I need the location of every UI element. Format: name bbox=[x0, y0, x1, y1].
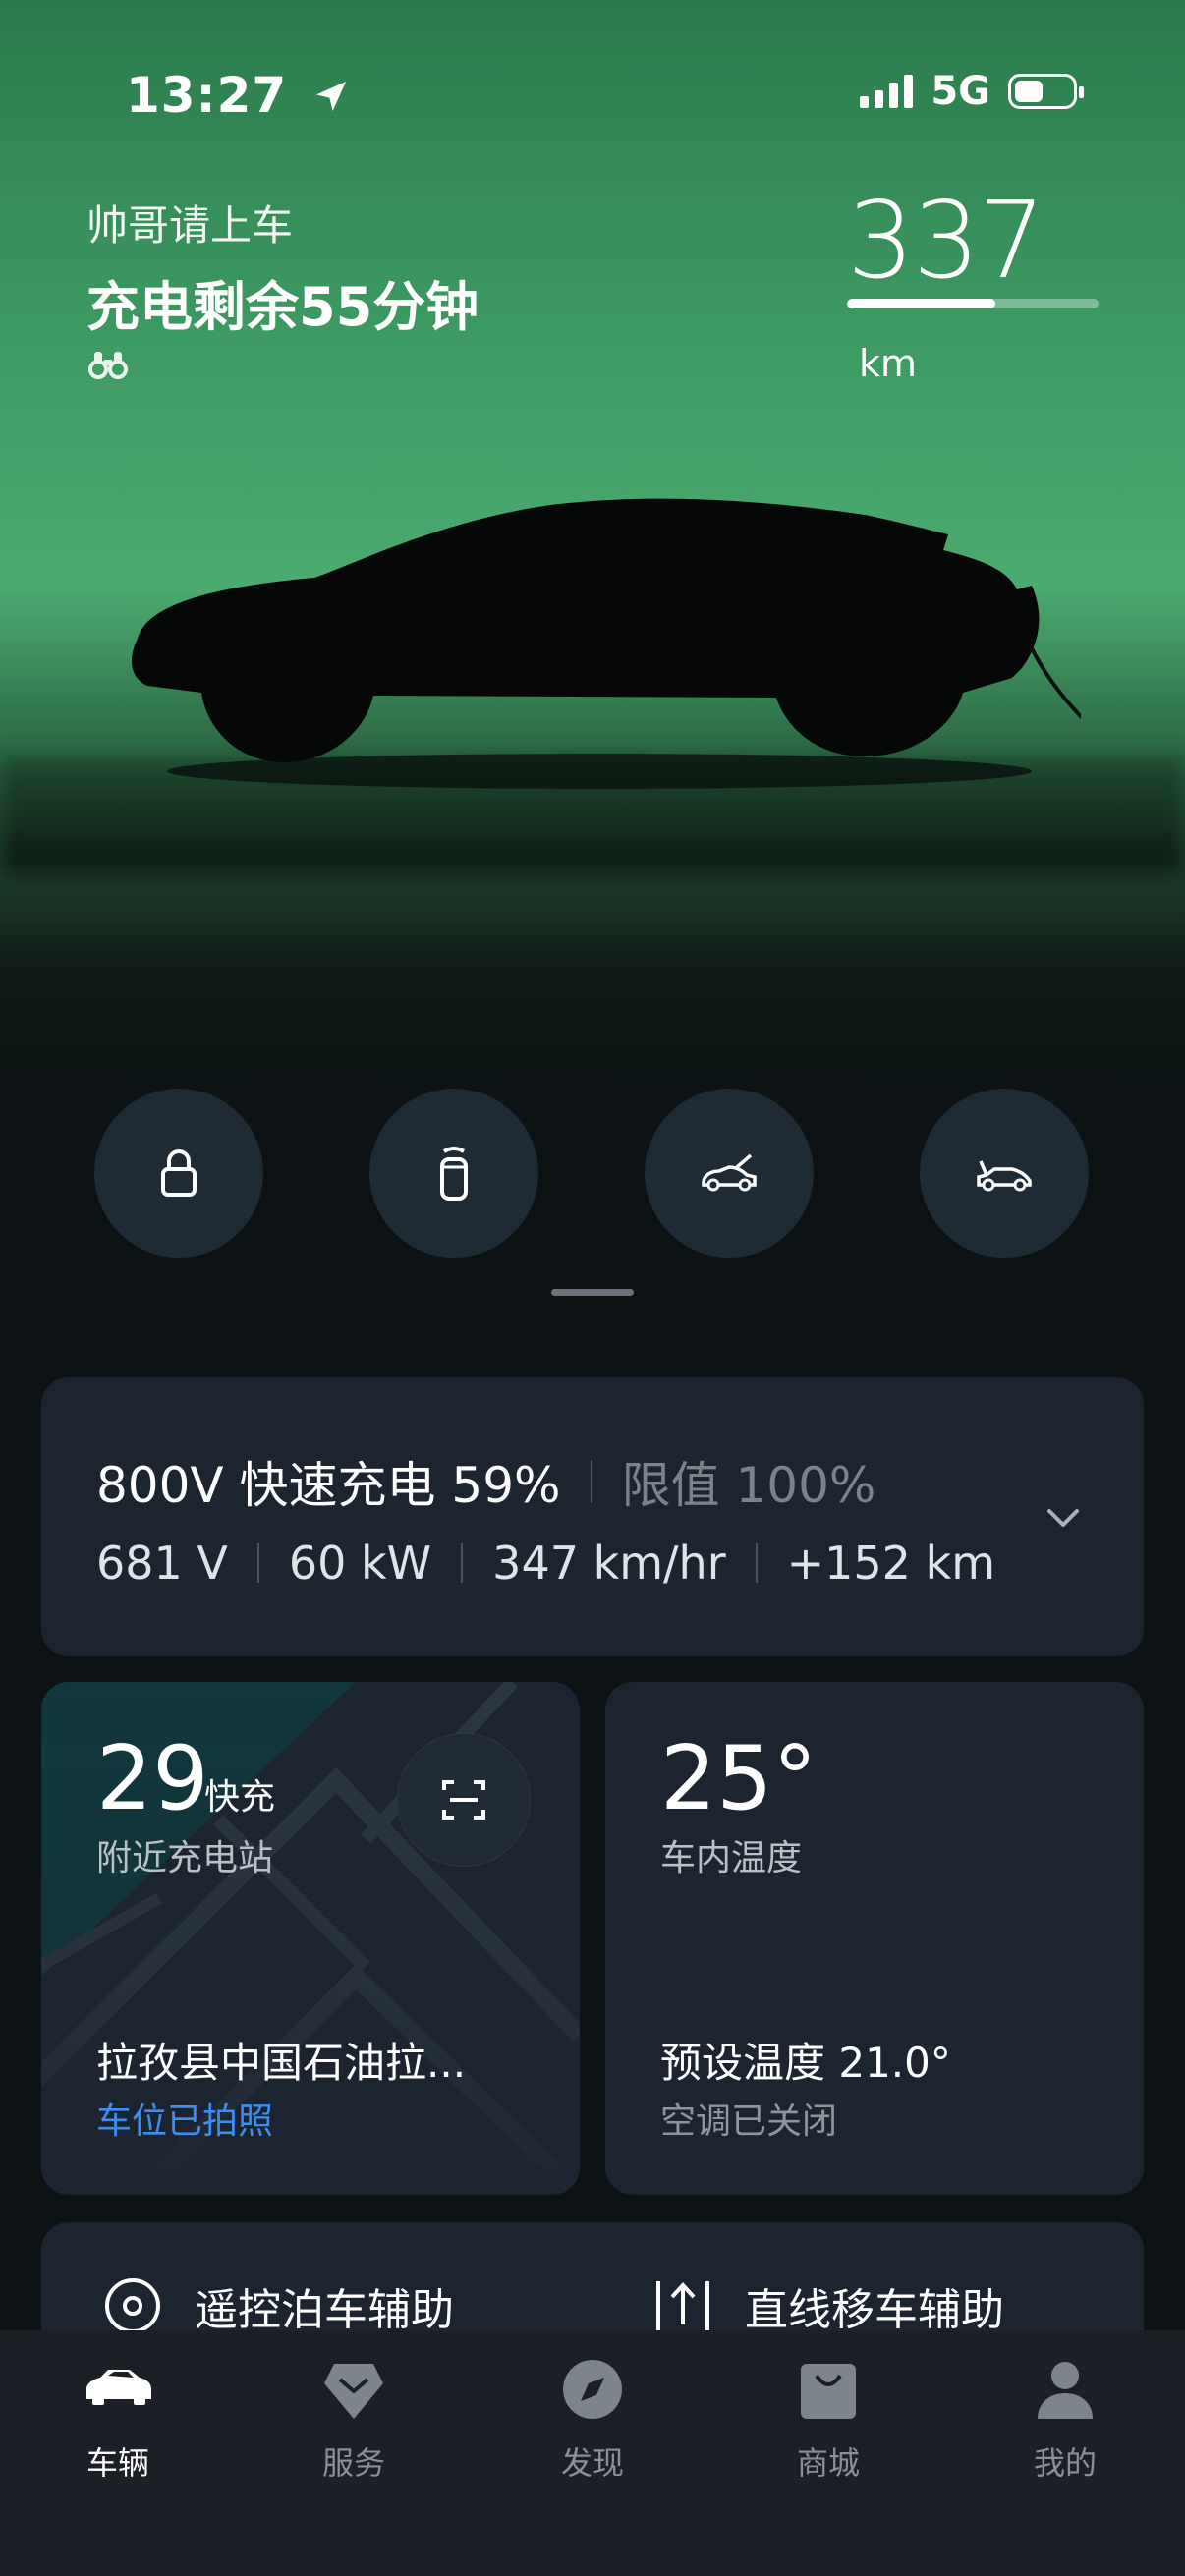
scan-icon bbox=[442, 1780, 485, 1820]
climate-card[interactable]: 25° 车内温度 预设温度 21.0° 空调已关闭 bbox=[605, 1682, 1144, 2195]
bottom-tab-bar: 车辆 服务 发现 商城 我的 bbox=[0, 2330, 1185, 2576]
charging-title: 800V 快速充电 59% bbox=[96, 1457, 561, 1514]
network-type: 5G bbox=[931, 69, 990, 114]
lock-icon bbox=[161, 1149, 197, 1197]
station-count: 29 bbox=[96, 1727, 209, 1830]
divider bbox=[590, 1460, 592, 1503]
tab-label: 发现 bbox=[560, 2444, 624, 2482]
tab-discover[interactable]: 发现 bbox=[524, 2350, 661, 2484]
tab-mall[interactable]: 商城 bbox=[760, 2350, 897, 2484]
tab-label: 我的 bbox=[1033, 2444, 1097, 2482]
location-arrow-icon bbox=[315, 82, 346, 111]
scan-button[interactable] bbox=[397, 1733, 531, 1867]
compass-icon bbox=[563, 2360, 622, 2419]
charging-added-range: +152 km bbox=[786, 1537, 996, 1590]
remote-parking-label: 遥控泊车辅助 bbox=[195, 2285, 454, 2335]
preset-temperature: 预设温度 21.0° bbox=[660, 2039, 951, 2087]
tab-label: 商城 bbox=[796, 2444, 860, 2482]
battery-icon bbox=[1008, 74, 1084, 109]
charging-rate: 347 km/hr bbox=[492, 1537, 726, 1590]
binocular-icon[interactable] bbox=[88, 348, 128, 390]
divider bbox=[755, 1543, 758, 1583]
tab-label: 车辆 bbox=[85, 2444, 149, 2482]
divider bbox=[461, 1543, 464, 1583]
range-bar-fill bbox=[847, 299, 996, 308]
shopping-bag-icon bbox=[801, 2364, 856, 2419]
station-label: 附近充电站 bbox=[96, 1838, 274, 1878]
status-indicators: 5G bbox=[860, 69, 1084, 114]
cabin-temperature-label: 车内温度 bbox=[660, 1838, 803, 1878]
straight-move-icon bbox=[656, 2281, 709, 2332]
straight-move-label: 直线移车辅助 bbox=[745, 2285, 1004, 2335]
station-count-suffix: 快充 bbox=[204, 1777, 276, 1818]
signal-icon bbox=[860, 75, 914, 108]
charging-card[interactable]: 800V 快速充电 59% 限值 100% 681 V 60 kW 347 km… bbox=[41, 1377, 1144, 1656]
range-unit: km bbox=[859, 342, 918, 385]
quick-controls bbox=[94, 1089, 1089, 1258]
binocular-glyph bbox=[88, 352, 128, 379]
cabin-temperature: 25° bbox=[660, 1727, 818, 1830]
remote-parking-button[interactable]: 遥控泊车辅助 bbox=[100, 2273, 454, 2338]
trunk-button[interactable] bbox=[920, 1089, 1089, 1258]
frunk-open-icon bbox=[702, 1153, 757, 1192]
divider bbox=[256, 1543, 259, 1583]
parking-photo-status[interactable]: 车位已拍照 bbox=[96, 2093, 273, 2144]
ac-status: 空调已关闭 bbox=[660, 2101, 838, 2142]
tab-label: 服务 bbox=[321, 2444, 385, 2482]
charging-voltage: 681 V bbox=[96, 1537, 228, 1590]
charging-station-card[interactable]: 29 快充 附近充电站 拉孜县中国石油拉... 车位已拍照 bbox=[41, 1682, 580, 2195]
charging-limit: 限值 100% bbox=[621, 1457, 876, 1514]
person-icon bbox=[1038, 2362, 1093, 2419]
status-time-text: 13:27 bbox=[126, 67, 288, 124]
range-display: 337km bbox=[847, 189, 1099, 385]
straight-move-button[interactable]: 直线移车辅助 bbox=[650, 2273, 1004, 2338]
range-value: 337 bbox=[847, 180, 1045, 303]
charging-stats: 681 V 60 kW 347 km/hr +152 km bbox=[96, 1537, 995, 1590]
station-name: 拉孜县中国石油拉... bbox=[96, 2039, 467, 2087]
key-fob-icon bbox=[440, 1147, 468, 1201]
service-shield-icon bbox=[324, 2364, 383, 2419]
charging-summary: 800V 快速充电 59% 限值 100% bbox=[96, 1446, 875, 1517]
range-bar bbox=[847, 299, 1099, 308]
car-silhouette[interactable] bbox=[118, 491, 1081, 815]
car-icon bbox=[86, 2370, 151, 2405]
tab-vehicle[interactable]: 车辆 bbox=[49, 2350, 187, 2484]
tab-service[interactable]: 服务 bbox=[285, 2350, 423, 2484]
frunk-button[interactable] bbox=[645, 1089, 814, 1258]
drag-handle[interactable] bbox=[551, 1289, 634, 1296]
chevron-down-icon[interactable] bbox=[1040, 1493, 1087, 1540]
greeting-text: 帅哥请上车 bbox=[86, 201, 294, 250]
trunk-open-icon bbox=[977, 1160, 1032, 1192]
key-fob-button[interactable] bbox=[369, 1089, 538, 1258]
status-bar: 13:27 5G bbox=[0, 59, 1185, 128]
status-time: 13:27 bbox=[126, 67, 351, 124]
tab-profile[interactable]: 我的 bbox=[996, 2350, 1134, 2484]
charging-power: 60 kW bbox=[288, 1537, 432, 1590]
steering-wheel-icon bbox=[105, 2278, 160, 2333]
charge-remaining-text: 充电剩余55分钟 bbox=[86, 276, 480, 338]
lock-button[interactable] bbox=[94, 1089, 263, 1258]
